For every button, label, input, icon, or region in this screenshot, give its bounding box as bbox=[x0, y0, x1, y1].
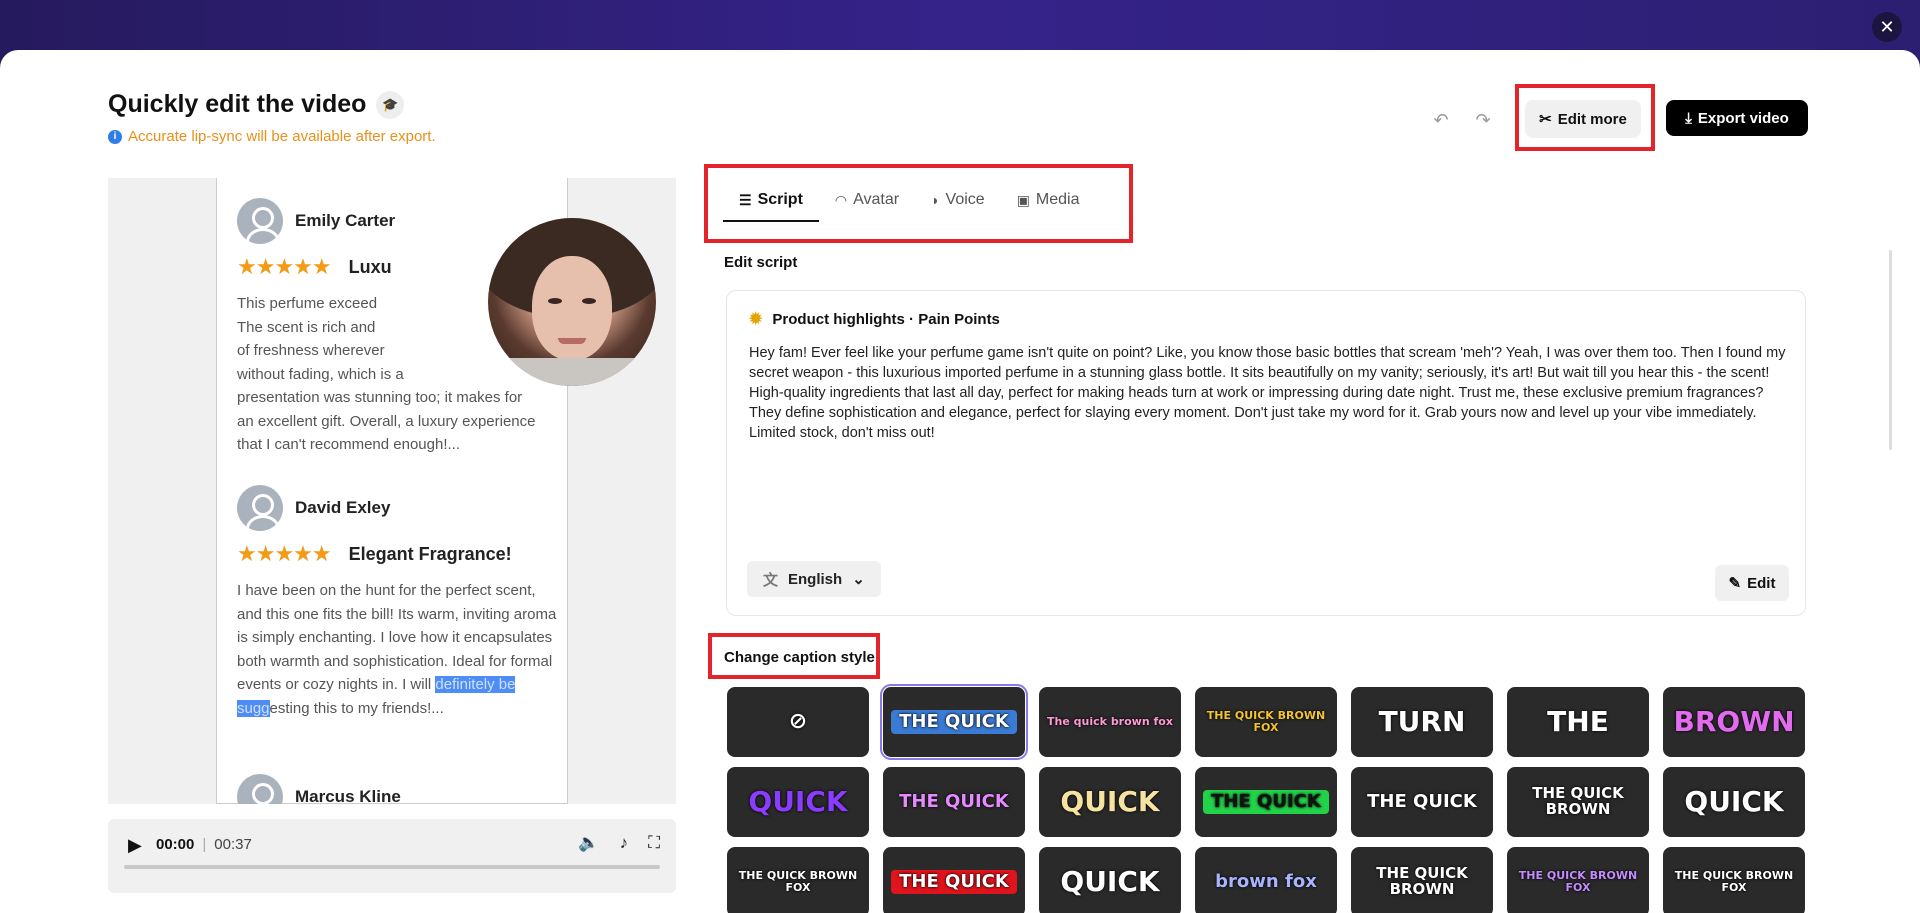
caption-style-option[interactable]: THE QUICK bbox=[883, 847, 1025, 913]
graduation-cap-icon[interactable]: 🎓 bbox=[376, 90, 405, 119]
caption-preview-text: THE QUICK bbox=[891, 709, 1017, 735]
play-icon[interactable]: ▶ bbox=[128, 835, 142, 856]
redo-icon[interactable]: ↷ bbox=[1469, 106, 1497, 134]
caption-style-option[interactable]: THE QUICK bbox=[1195, 767, 1337, 837]
info-icon: i bbox=[108, 129, 122, 144]
caption-style-option[interactable]: The quick brown fox bbox=[1039, 687, 1181, 757]
caption-style-option[interactable]: BROWN bbox=[1663, 687, 1805, 757]
edit-more-button[interactable]: ✂ Edit more bbox=[1525, 100, 1641, 138]
caption-preview-text: THE bbox=[1547, 705, 1609, 739]
video-player-controls: ▶ 00:00 | 00:37 🔈 ♪ ⛶ bbox=[108, 819, 676, 893]
reviewer-name: Marcus Kline bbox=[295, 787, 401, 804]
media-icon: ▣ bbox=[1016, 191, 1030, 208]
voice-icon: ◗ bbox=[931, 192, 940, 208]
caption-preview-text: THE QUICK BROWN bbox=[1376, 864, 1468, 898]
progress-bar[interactable] bbox=[124, 865, 660, 869]
reviewer-name: David Exley bbox=[295, 498, 391, 517]
review-headline: Elegant Fragrance! bbox=[348, 543, 512, 564]
caption-style-option[interactable]: THE QUICK bbox=[1351, 767, 1493, 837]
no-caption-icon: ⊘ bbox=[788, 709, 808, 735]
tab-voice[interactable]: ◗ Voice bbox=[915, 178, 1001, 222]
script-editor[interactable]: ✹ Product highlights · Pain Points Hey f… bbox=[726, 290, 1806, 616]
caption-preview-text: THE QUICK BROWN bbox=[1532, 784, 1624, 818]
page-title: Quickly edit the video bbox=[108, 90, 367, 118]
playback-time: 00:00 | 00:37 bbox=[156, 836, 252, 853]
script-heading: ✹ Product highlights · Pain Points bbox=[749, 310, 1000, 329]
user-avatar-icon bbox=[237, 198, 283, 244]
review-headline: Luxu bbox=[348, 256, 392, 277]
caption-preview-text: THE QUICK bbox=[1203, 789, 1329, 815]
tiktok-icon[interactable]: ♪ bbox=[620, 833, 629, 853]
language-select[interactable]: 文 English ⌄ bbox=[747, 561, 881, 597]
caption-style-option[interactable]: QUICK bbox=[1663, 767, 1805, 837]
caption-preview-text: THE QUICK bbox=[891, 869, 1017, 895]
caption-style-option[interactable]: THE QUICK BROWN FOX bbox=[727, 847, 869, 913]
tab-bar: ☰ Script ◠ Avatar ◗ Voice ▣ Media bbox=[723, 178, 1096, 222]
caption-preview-text: THE QUICK bbox=[899, 790, 1009, 812]
caption-style-option[interactable]: THE QUICK BROWN bbox=[1507, 767, 1649, 837]
caption-style-option[interactable]: brown fox bbox=[1195, 847, 1337, 913]
caption-preview-text: brown fox bbox=[1215, 870, 1317, 892]
caption-style-option[interactable]: THE QUICK bbox=[880, 684, 1028, 760]
caption-preview-text: THE QUICK bbox=[1367, 790, 1477, 812]
caption-preview-text: TURN bbox=[1378, 705, 1466, 739]
caption-style-option[interactable]: THE QUICK BROWN FOX bbox=[1507, 847, 1649, 913]
caption-style-option[interactable]: QUICK bbox=[1039, 767, 1181, 837]
user-avatar-icon bbox=[237, 485, 283, 531]
review-card: Marcus Kline bbox=[237, 774, 557, 804]
caption-preview-text: THE QUICK BROWN FOX bbox=[1518, 869, 1638, 894]
tab-script[interactable]: ☰ Script bbox=[723, 178, 819, 222]
export-video-button[interactable]: ⤓ Export video bbox=[1666, 100, 1808, 136]
caption-preview-text: BROWN bbox=[1673, 705, 1795, 739]
tab-media[interactable]: ▣ Media bbox=[1001, 178, 1096, 222]
caption-style-option[interactable]: QUICK bbox=[1039, 847, 1181, 913]
avatar-face-overlay[interactable] bbox=[488, 218, 656, 386]
edit-script-label: Edit script bbox=[724, 254, 798, 271]
lip-sync-notice: i Accurate lip-sync will be available af… bbox=[108, 128, 436, 145]
download-icon: ⤓ bbox=[1685, 109, 1692, 127]
caption-preview-text: QUICK bbox=[748, 785, 848, 819]
caption-style-option[interactable]: THE QUICK BROWN FOX bbox=[1663, 847, 1805, 913]
user-avatar-icon bbox=[237, 774, 283, 804]
caption-style-option[interactable]: QUICK bbox=[727, 767, 869, 837]
translate-icon: 文 bbox=[763, 571, 779, 589]
page-title-row: Quickly edit the video 🎓 bbox=[108, 90, 405, 119]
sparkle-icon: ✹ bbox=[749, 311, 763, 328]
fullscreen-icon[interactable]: ⛶ bbox=[648, 833, 660, 853]
scrollbar[interactable] bbox=[1889, 250, 1892, 450]
caption-preview-text: THE QUICK BROWN FOX bbox=[1674, 869, 1794, 894]
pencil-icon: ✎ bbox=[1728, 575, 1742, 592]
caption-preview-text: QUICK bbox=[1684, 785, 1784, 819]
star-rating: ★★★★★ bbox=[237, 541, 332, 566]
caption-style-option[interactable]: THE bbox=[1507, 687, 1649, 757]
caption-preview-text: QUICK bbox=[1060, 865, 1160, 899]
caption-preview-text: QUICK bbox=[1060, 785, 1160, 819]
script-icon: ☰ bbox=[739, 191, 752, 208]
caption-style-option[interactable]: THE QUICK BROWN FOX bbox=[1195, 687, 1337, 757]
video-preview[interactable]: Emily Carter ★★★★★ Luxu This perfume exc… bbox=[108, 178, 676, 804]
caption-preview-text: THE QUICK BROWN FOX bbox=[738, 869, 858, 894]
undo-icon[interactable]: ↶ bbox=[1427, 106, 1455, 134]
editor-modal: Quickly edit the video 🎓 i Accurate lip-… bbox=[0, 50, 1920, 913]
caption-style-option[interactable]: THE QUICK BROWN bbox=[1351, 847, 1493, 913]
caption-preview-text: The quick brown fox bbox=[1047, 715, 1173, 729]
star-rating: ★★★★★ bbox=[237, 254, 332, 279]
chevron-down-icon: ⌄ bbox=[852, 571, 865, 588]
reviewer-name: Emily Carter bbox=[295, 211, 396, 230]
caption-preview-text: THE QUICK BROWN FOX bbox=[1206, 709, 1326, 734]
review-card: David Exley ★★★★★ Elegant Fragrance! I h… bbox=[237, 485, 557, 720]
review-body: I have been on the hunt for the perfect … bbox=[237, 582, 557, 717]
caption-style-option[interactable]: THE QUICK bbox=[883, 767, 1025, 837]
scissors-icon: ✂ bbox=[1539, 111, 1552, 128]
edit-script-button[interactable]: ✎ Edit bbox=[1715, 565, 1789, 601]
avatar-icon: ◠ bbox=[834, 191, 848, 208]
change-caption-style-label: Change caption style bbox=[724, 649, 875, 666]
volume-icon[interactable]: 🔈 bbox=[578, 833, 599, 853]
caption-style-option[interactable]: TURN bbox=[1351, 687, 1493, 757]
tab-avatar[interactable]: ◠ Avatar bbox=[819, 178, 915, 222]
caption-style-none[interactable]: ⊘ bbox=[727, 687, 869, 757]
close-icon[interactable]: ✕ bbox=[1872, 12, 1902, 42]
script-text[interactable]: Hey fam! Ever feel like your perfume gam… bbox=[749, 343, 1789, 443]
notice-text: Accurate lip-sync will be available afte… bbox=[128, 128, 436, 145]
